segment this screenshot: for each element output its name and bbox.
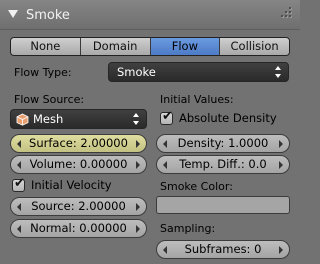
panel-title: Smoke: [26, 8, 70, 23]
surface-value: Surface: 2.00000: [29, 136, 128, 150]
smoke-panel-header[interactable]: Smoke: [0, 0, 300, 30]
decrement-arrow-icon[interactable]: [163, 246, 167, 254]
initial-velocity-checkbox[interactable]: ✔: [12, 176, 25, 192]
sampling-label: Sampling:: [160, 222, 216, 235]
increment-arrow-icon[interactable]: [136, 225, 140, 233]
increment-arrow-icon[interactable]: [136, 161, 140, 169]
initial-velocity-checkbox-row[interactable]: ✔ Initial Velocity: [12, 176, 147, 194]
tab-domain[interactable]: Domain: [80, 38, 151, 55]
source-field[interactable]: Source: 2.00000: [10, 197, 147, 216]
initial-values-label: Initial Values:: [160, 93, 234, 106]
increment-arrow-icon[interactable]: [136, 203, 140, 211]
normal-field[interactable]: Normal: 0.00000: [10, 219, 147, 238]
surface-field[interactable]: Surface: 2.00000: [10, 134, 147, 153]
tab-none[interactable]: None: [11, 38, 81, 55]
decrement-arrow-icon[interactable]: [17, 140, 21, 148]
flow-type-value: Smoke: [117, 65, 156, 79]
increment-arrow-icon[interactable]: [279, 161, 283, 169]
flow-type-dropdown[interactable]: Smoke: [108, 62, 289, 82]
subframes-field[interactable]: Subframes: 0: [156, 240, 290, 259]
flow-type-label: Flow Type:: [14, 66, 72, 79]
absolute-density-checkbox-row[interactable]: ✔ Absolute Density: [160, 109, 290, 127]
increment-arrow-icon[interactable]: [279, 246, 283, 254]
decrement-arrow-icon[interactable]: [17, 161, 21, 169]
normal-value: Normal: 0.00000: [30, 221, 127, 235]
drag-grip-icon[interactable]: [280, 7, 294, 21]
tab-flow[interactable]: Flow: [150, 38, 221, 55]
decrement-arrow-icon[interactable]: [163, 140, 167, 148]
checkmark-icon: ✔: [162, 109, 173, 124]
smoke-type-tabs: None Domain Flow Collision: [10, 37, 290, 56]
absolute-density-label: Absolute Density: [179, 111, 277, 125]
checkmark-icon: ✔: [14, 176, 25, 191]
triangle-down-icon[interactable]: [8, 10, 18, 18]
initial-velocity-label: Initial Velocity: [31, 178, 112, 192]
decrement-arrow-icon[interactable]: [17, 203, 21, 211]
increment-arrow-icon[interactable]: [136, 140, 140, 148]
decrement-arrow-icon[interactable]: [17, 225, 21, 233]
temp-diff-field[interactable]: Temp. Diff.: 0.0: [156, 155, 290, 174]
flow-source-value: Mesh: [33, 112, 64, 126]
smoke-color-label: Smoke Color:: [160, 180, 233, 193]
smoke-color-swatch[interactable]: [156, 196, 290, 214]
tab-collision[interactable]: Collision: [220, 38, 289, 55]
absolute-density-checkbox[interactable]: ✔: [160, 109, 173, 125]
source-value: Source: 2.00000: [31, 199, 126, 213]
flow-source-dropdown[interactable]: Mesh: [10, 109, 147, 129]
updown-arrows-icon: [133, 113, 140, 125]
temp-diff-value: Temp. Diff.: 0.0: [179, 157, 267, 171]
density-field[interactable]: Density: 1.0000: [156, 134, 290, 153]
updown-arrows-icon: [275, 66, 282, 78]
flow-source-label: Flow Source:: [14, 93, 85, 106]
density-value: Density: 1.0000: [177, 136, 269, 150]
subframes-value: Subframes: 0: [184, 242, 262, 256]
decrement-arrow-icon[interactable]: [163, 161, 167, 169]
volume-value: Volume: 0.00000: [29, 157, 128, 171]
increment-arrow-icon[interactable]: [279, 140, 283, 148]
mesh-cube-icon: [16, 113, 29, 126]
volume-field[interactable]: Volume: 0.00000: [10, 155, 147, 174]
